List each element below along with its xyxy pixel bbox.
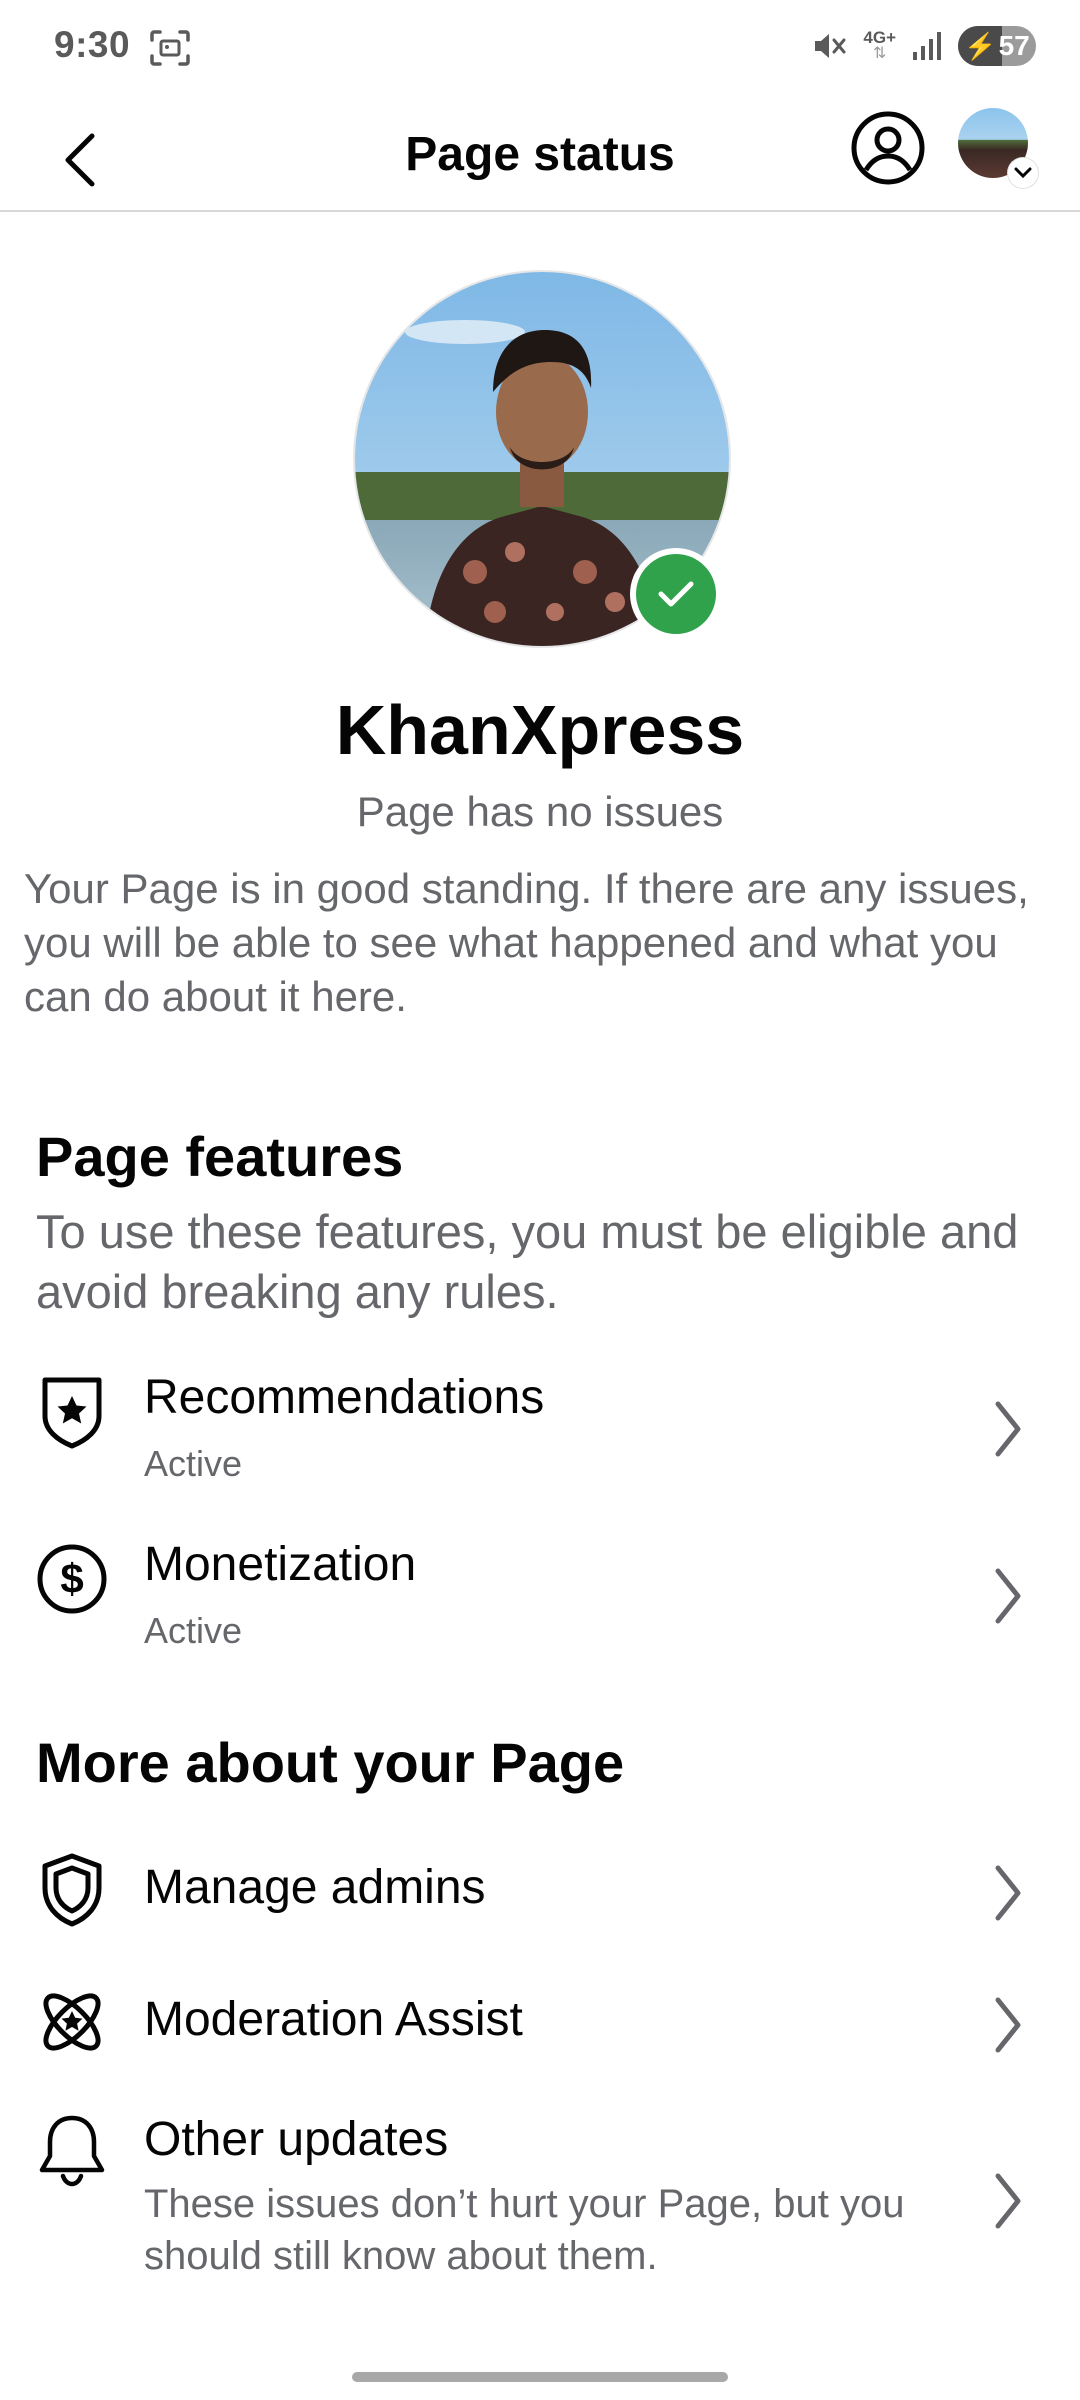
person-circle-icon: [851, 111, 925, 185]
more-row-manage-admins[interactable]: Manage admins: [0, 1840, 1080, 1940]
chevron-right-icon: [986, 1858, 1030, 1928]
more-item-label: Manage admins: [144, 1861, 486, 1914]
status-time: 9:30: [54, 24, 131, 65]
chevron-right-icon: [986, 1990, 1030, 2060]
more-row-moderation-assist[interactable]: Moderation Assist: [0, 1972, 1080, 2072]
chevron-right-icon: [986, 1394, 1030, 1464]
more-row-other-updates[interactable]: Other updates These issues don’t hurt yo…: [0, 2098, 1080, 2288]
more-item-label: Moderation Assist: [144, 1993, 523, 2046]
verified-badge: [630, 548, 722, 640]
more-item-description: These issues don’t hurt your Page, but y…: [144, 2182, 905, 2278]
chevron-down-icon: [1008, 158, 1038, 188]
bell-icon: [34, 2112, 110, 2188]
screenshot-indicator-icon: [148, 28, 192, 68]
more-item-label: Other updates: [144, 2113, 449, 2166]
page-status-text: Page has no issues: [356, 788, 724, 835]
data-arrows-icon: ⇅: [872, 45, 887, 62]
shield-star-icon: [34, 1374, 110, 1450]
battery-percent: 57: [998, 30, 1030, 61]
battery-indicator: ⚡ 57: [958, 26, 1036, 66]
checkmark-icon: [636, 554, 716, 634]
chevron-right-icon: [986, 2166, 1030, 2236]
feature-status: Active: [144, 1610, 243, 1651]
svg-text:$: $: [60, 1555, 83, 1602]
chevron-right-icon: [986, 1561, 1030, 1631]
status-icons: 4G+ ⇅ ⚡ 57: [811, 26, 1036, 66]
shield-icon: [34, 1852, 110, 1928]
mute-icon: [815, 34, 846, 58]
features-section-subtitle: To use these features, you must be eligi…: [36, 1205, 1019, 1318]
more-section-title: More about your Page: [36, 1731, 625, 1794]
network-label: 4G+: [863, 28, 896, 47]
account-button[interactable]: [848, 108, 928, 188]
feature-label: Monetization: [144, 1538, 417, 1591]
gesture-home-bar[interactable]: [352, 2372, 728, 2382]
charging-bolt-icon: ⚡: [964, 30, 997, 61]
feature-status: Active: [144, 1443, 243, 1484]
dollar-circle-icon: $: [34, 1541, 110, 1617]
features-section-title: Page features: [36, 1125, 404, 1188]
page-name: KhanXpress: [335, 691, 745, 769]
top-app-bar: Page status: [0, 100, 1080, 212]
feature-row-recommendations[interactable]: Recommendations Active: [0, 1360, 1080, 1500]
signal-icon: [913, 32, 941, 60]
feature-row-monetization[interactable]: $ Monetization Active: [0, 1527, 1080, 1667]
feature-label: Recommendations: [144, 1371, 545, 1424]
atom-star-icon: [34, 1984, 110, 2060]
profile-switcher-button[interactable]: [958, 108, 1038, 188]
standing-description: Your Page is in good standing. If there …: [24, 865, 1029, 1020]
network-type: 4G+ ⇅: [863, 28, 896, 62]
